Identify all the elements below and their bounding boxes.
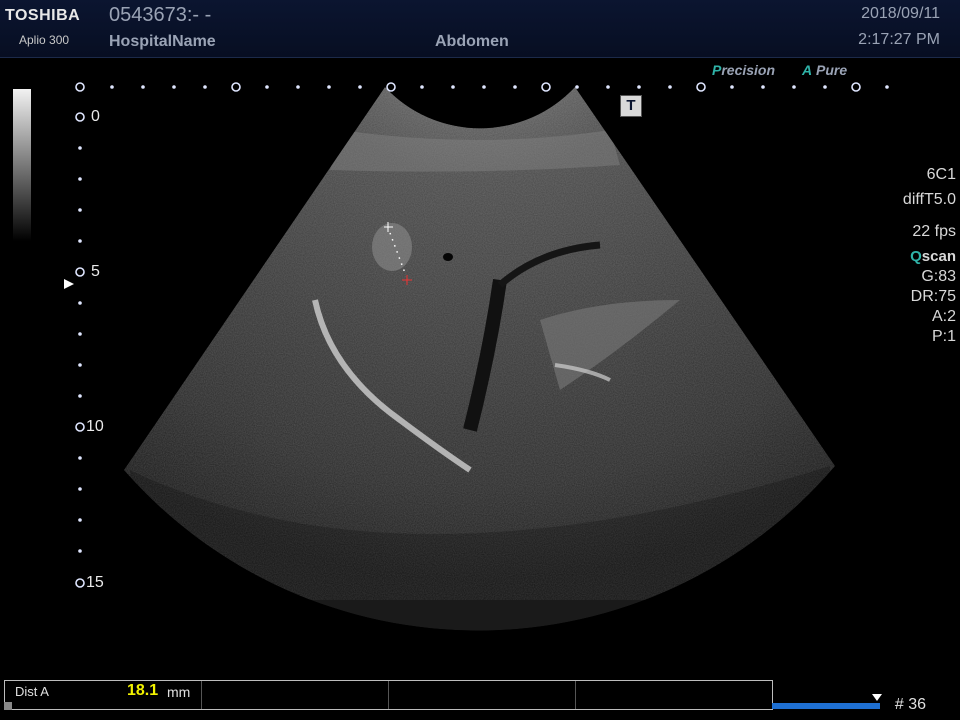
param-probe: 6C1 xyxy=(926,166,956,183)
measurement-cell: Dist A 18.1 mm xyxy=(5,681,202,709)
focus-marker-icon xyxy=(64,279,74,289)
cine-progress-bar[interactable] xyxy=(772,703,880,709)
depth-label-15: 15 xyxy=(86,574,104,591)
measurement-empty-cell xyxy=(576,681,771,709)
param-qscan: Qscan xyxy=(910,248,956,265)
measurement-table: Dist A 18.1 mm xyxy=(4,680,773,710)
param-dr: DR:75 xyxy=(910,288,956,305)
ultrasound-image[interactable] xyxy=(0,0,960,720)
frame-number: # 36 xyxy=(894,696,926,713)
param-p: P:1 xyxy=(931,328,956,345)
measurement-unit: mm xyxy=(167,684,191,700)
param-mode: diffT5.0 xyxy=(902,191,956,208)
measurement-label: Dist A xyxy=(15,684,49,699)
param-fps: 22 fps xyxy=(912,223,956,240)
table-corner-marker xyxy=(4,702,12,710)
depth-label-5: 5 xyxy=(91,263,100,280)
measurement-empty-cell xyxy=(202,681,389,709)
depth-label-0: 0 xyxy=(91,108,100,125)
cine-position-marker[interactable] xyxy=(872,694,882,701)
depth-label-10: 10 xyxy=(86,418,104,435)
param-gain: G:83 xyxy=(921,268,956,285)
measurement-empty-cell xyxy=(389,681,576,709)
measurement-value: 18.1 xyxy=(127,682,159,699)
param-a: A:2 xyxy=(931,308,956,325)
